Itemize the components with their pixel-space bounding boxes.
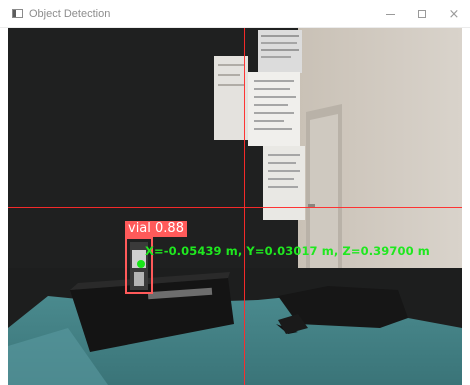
object-detection-window: Object Detection × vial 0.88 X=-0.05439 … — [0, 0, 470, 385]
minimize-icon — [385, 13, 395, 15]
detection-confidence: 0.88 — [155, 221, 184, 236]
minimize-button[interactable] — [374, 0, 406, 28]
crosshair-horizontal-line — [8, 207, 462, 208]
app-icon — [12, 9, 23, 18]
camera-feed: vial 0.88 X=-0.05439 m, Y=0.03017 m, Z=0… — [8, 28, 462, 385]
detection-label: vial 0.88 — [125, 221, 187, 237]
detection-class: vial — [128, 221, 151, 236]
title-bar[interactable]: Object Detection × — [0, 0, 470, 28]
window-title: Object Detection — [29, 8, 111, 20]
detection-center-point — [137, 260, 145, 268]
close-icon: × — [448, 6, 460, 22]
maximize-button[interactable] — [406, 0, 438, 28]
close-button[interactable]: × — [438, 0, 470, 28]
maximize-icon — [418, 10, 426, 18]
detection-coordinates: X=-0.05439 m, Y=0.03017 m, Z=0.39700 m — [145, 244, 430, 258]
